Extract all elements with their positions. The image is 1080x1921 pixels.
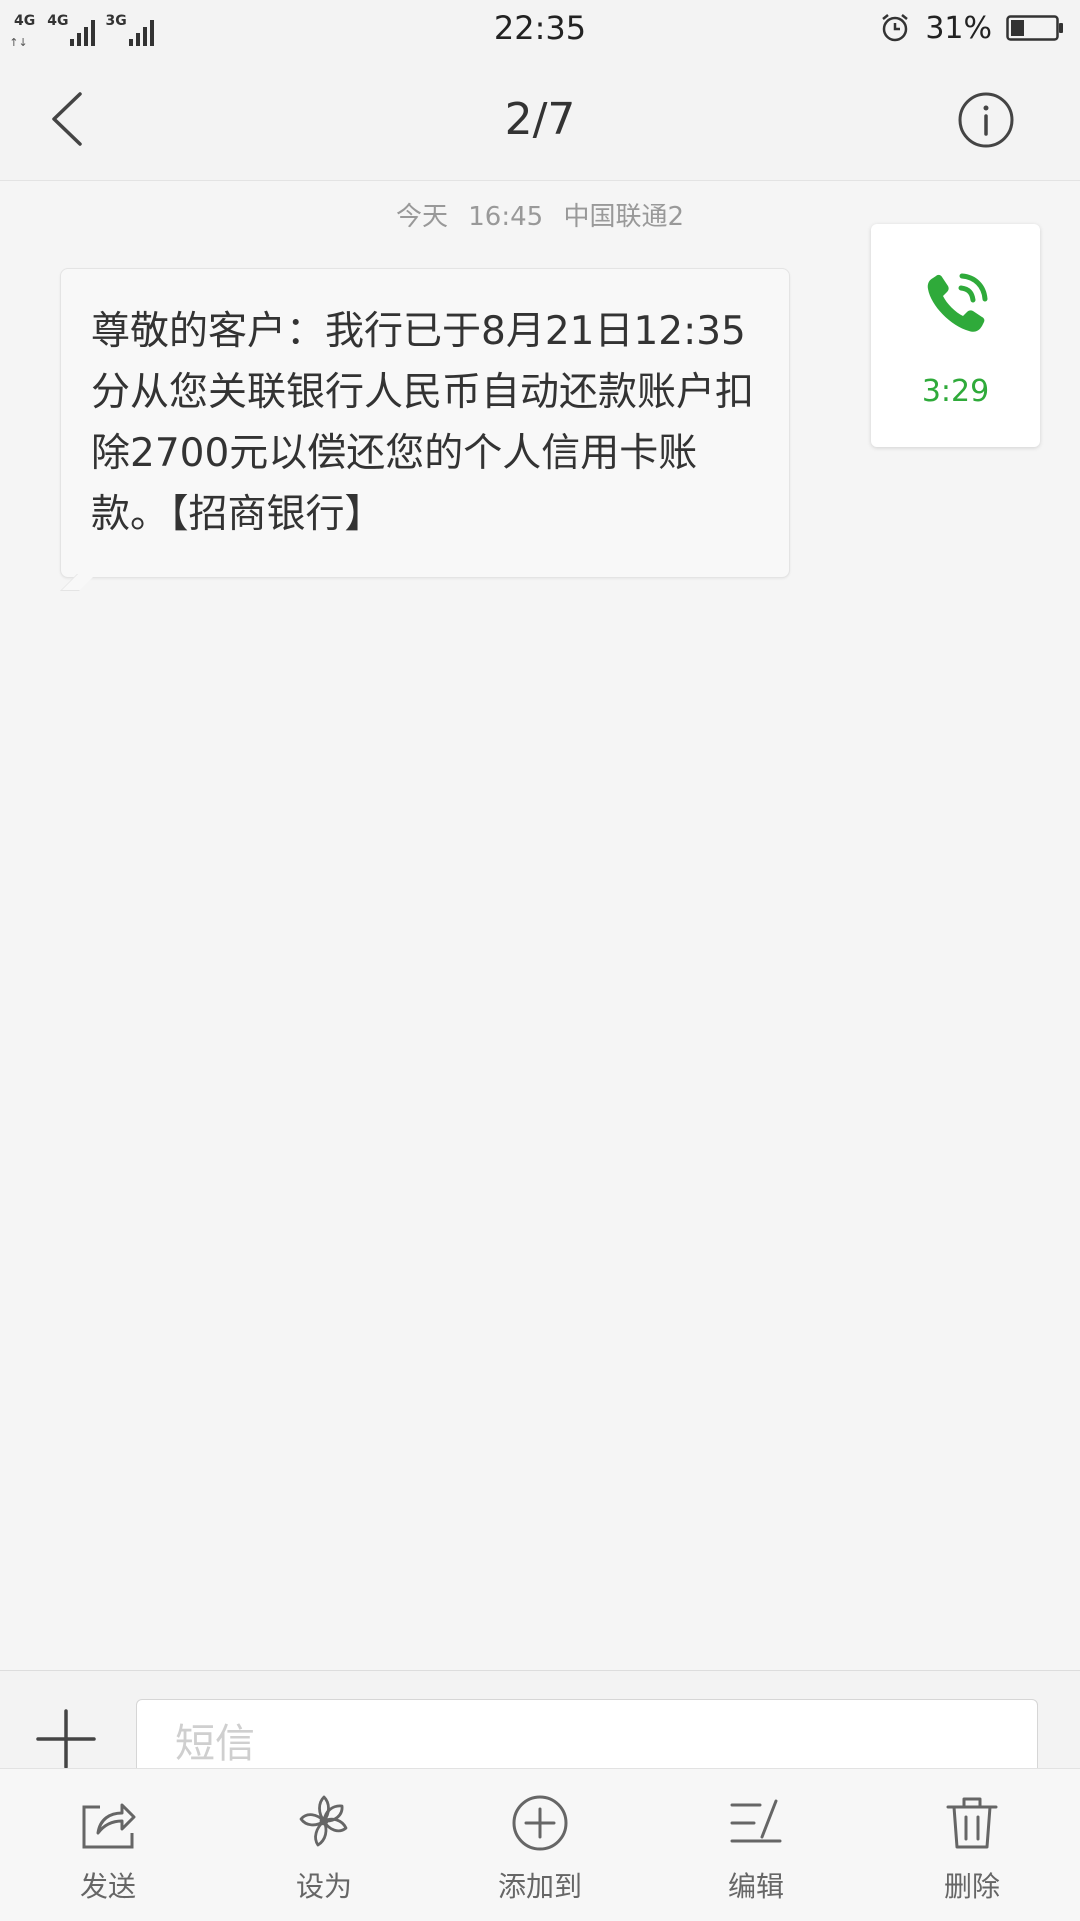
bottom-toolbar: 发送 设为 添加到 编辑 删除 — [0, 1768, 1080, 1921]
plus-circle-icon — [512, 1795, 568, 1851]
sms-input[interactable] — [136, 1699, 1038, 1771]
plus-icon[interactable] — [34, 1707, 98, 1771]
flower-icon — [299, 1795, 348, 1847]
send-button[interactable]: 发送 — [0, 1769, 216, 1921]
alarm-icon — [882, 14, 909, 42]
add-to-label: 添加到 — [497, 1870, 582, 1903]
status-right: 31% — [879, 8, 1064, 48]
edit-icon — [730, 1799, 782, 1843]
delete-label: 删除 — [943, 1870, 1000, 1903]
send-label: 发送 — [79, 1870, 136, 1903]
set-as-button[interactable]: 设为 — [216, 1769, 432, 1921]
message-date: 今天 — [395, 202, 448, 232]
info-circle-icon[interactable] — [956, 90, 1016, 150]
phone-call-icon — [927, 273, 988, 332]
conversation-header: 2/7 — [0, 58, 1080, 181]
call-button[interactable]: 3:29 — [871, 224, 1040, 447]
edit-button[interactable]: 编辑 — [648, 1769, 864, 1921]
page-counter-title: 2/7 — [504, 94, 576, 145]
message-carrier: 中国联通2 — [563, 202, 685, 232]
add-to-button[interactable]: 添加到 — [432, 1769, 648, 1921]
status-bar: 4G ↑↓ 4G 3G 22:35 31% — [0, 0, 1080, 58]
delete-button[interactable]: 删除 — [864, 1769, 1080, 1921]
call-duration: 3:29 — [921, 374, 990, 409]
set-as-label: 设为 — [295, 1870, 352, 1903]
battery-icon — [1006, 15, 1063, 41]
message-bubble[interactable]: 尊敬的客户：我行已于8月21日12:35分从您关联银行人民币自动还款账户扣除27… — [60, 268, 790, 578]
share-icon — [82, 1803, 136, 1849]
message-text: 尊敬的客户：我行已于8月21日12:35分从您关联银行人民币自动还款账户扣除27… — [91, 309, 755, 537]
compose-bar — [0, 1670, 1080, 1771]
edit-label: 编辑 — [727, 1870, 784, 1903]
trash-icon — [946, 1797, 998, 1849]
battery-percent: 31% — [925, 10, 992, 46]
message-time: 16:45 — [468, 202, 544, 232]
